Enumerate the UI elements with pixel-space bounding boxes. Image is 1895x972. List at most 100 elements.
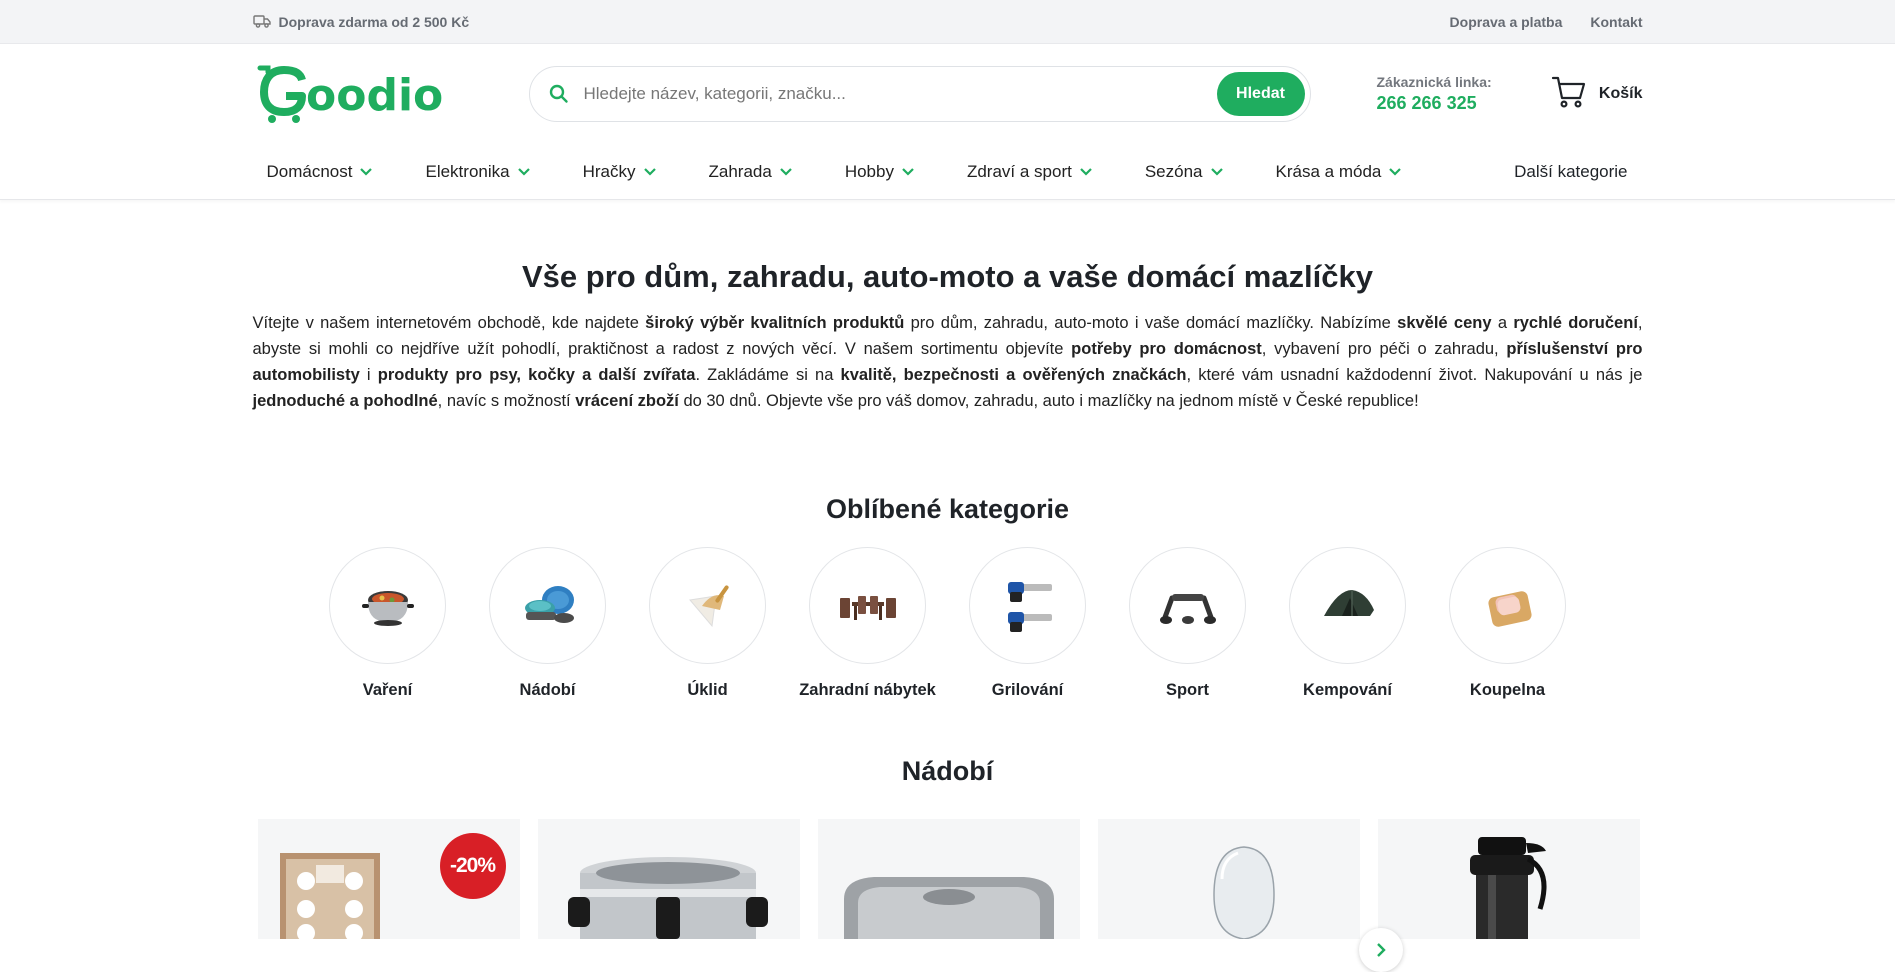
customer-hotline: Zákaznická linka: 266 266 325 <box>1377 74 1492 114</box>
free-shipping-text: Doprava zdarma od 2 500 Kč <box>278 14 470 30</box>
gas-torch-image <box>969 547 1086 664</box>
header: oodio Hledat Zákaznická linka: 266 266 3… <box>0 44 1895 144</box>
dishes-image <box>489 547 606 664</box>
steel-pot-image <box>567 857 768 939</box>
link-contact[interactable]: Kontakt <box>1590 14 1642 30</box>
nav-more-categories[interactable]: Další kategorie <box>1514 162 1627 182</box>
chevron-down-icon <box>517 168 530 176</box>
intro-section: Vše pro dům, zahradu, auto-moto a vaše d… <box>253 259 1643 414</box>
category-label: Kempování <box>1303 681 1392 699</box>
truck-icon <box>252 14 271 31</box>
nav-item-zahrada[interactable]: Zahrada <box>709 162 793 182</box>
intro-text: , které vám usnadní každodenní život. Na… <box>1186 366 1643 384</box>
svg-text:oodio: oodio <box>306 70 443 121</box>
page-title: Vše pro dům, zahradu, auto-moto a vaše d… <box>521 259 1374 294</box>
free-shipping-notice: Doprava zdarma od 2 500 Kč <box>252 14 470 31</box>
category-label: Vaření <box>362 681 413 699</box>
nav-label: Elektronika <box>425 162 510 181</box>
category-vareni[interactable]: Vaření <box>329 547 446 700</box>
intro-highlight: vrácení zboží <box>575 392 679 410</box>
slow-cooker-image <box>329 547 446 664</box>
nav-item-elektronika[interactable]: Elektronika <box>425 162 530 182</box>
category-koupelna[interactable]: Koupelna <box>1449 547 1566 700</box>
intro-highlight: rychlé doručení <box>1513 314 1638 332</box>
nav-item-zdravi-a-sport[interactable]: Zdraví a sport <box>967 162 1093 182</box>
nav-item-hobby[interactable]: Hobby <box>845 162 915 182</box>
intro-text: , navíc s možností <box>437 392 576 410</box>
hotline-label: Zákaznická linka: <box>1376 74 1492 90</box>
product-card[interactable] <box>1377 819 1640 939</box>
nav-item-hracky[interactable]: Hračky <box>583 162 657 182</box>
category-sport[interactable]: Sport <box>1129 547 1246 700</box>
main-navigation: Domácnost Elektronika Hračky Zahrada Hob… <box>0 144 1895 200</box>
cart-button[interactable]: Košík <box>1551 75 1643 114</box>
nav-item-sezona[interactable]: Sezóna <box>1145 162 1224 182</box>
intro-highlight: produkty pro psy, kočky a další zvířata <box>377 366 696 384</box>
nav-item-domacnost[interactable]: Domácnost <box>267 162 374 182</box>
intro-highlight: široký výběr kvalitních produktů <box>645 314 905 332</box>
product-card[interactable] <box>1097 819 1360 939</box>
search-bar: Hledat <box>528 66 1311 122</box>
chevron-down-icon <box>360 168 373 176</box>
link-shipping-payment[interactable]: Doprava a platba <box>1450 14 1563 30</box>
wine-glass-image <box>1212 846 1275 939</box>
nav-label: Krása a móda <box>1275 162 1382 181</box>
chevron-down-icon <box>1389 168 1402 176</box>
category-label: Úklid <box>687 681 728 699</box>
soap-dish-image <box>1449 547 1566 664</box>
category-kempovani[interactable]: Kempování <box>1289 547 1406 700</box>
thermos-image <box>1469 837 1546 939</box>
chevron-right-icon <box>1377 943 1386 957</box>
intro-highlight: kvalitě, bezpečnosti a ověřených značkác… <box>840 366 1187 384</box>
product-card[interactable] <box>537 819 800 939</box>
category-uklid[interactable]: Úklid <box>649 547 766 700</box>
product-card[interactable]: -20% <box>257 819 520 939</box>
intro-text: do 30 dnů. Objevte vše pro váš domov, za… <box>678 392 1419 410</box>
chevron-down-icon <box>780 168 792 176</box>
category-nadobi[interactable]: Nádobí <box>489 547 606 700</box>
intro-text: , vybavení pro péči o zahradu, <box>1261 340 1507 358</box>
top-bar: Doprava zdarma od 2 500 Kč Doprava a pla… <box>0 0 1895 44</box>
nav-item-krasa-a-moda[interactable]: Krása a móda <box>1276 162 1403 182</box>
intro-text: a <box>1491 314 1514 332</box>
intro-text: i <box>359 366 378 384</box>
category-grilovani[interactable]: Grilování <box>969 547 1086 700</box>
nav-label: Zdraví a sport <box>966 162 1072 181</box>
carousel-next-button[interactable] <box>1359 928 1403 972</box>
intro-highlight: skvělé ceny <box>1397 314 1492 332</box>
chevron-down-icon <box>902 168 914 176</box>
search-button[interactable]: Hledat <box>1216 72 1305 116</box>
nav-label: Hračky <box>582 162 636 181</box>
intro-text: pro dům, zahradu, auto-moto i vaše domác… <box>904 314 1398 332</box>
search-icon <box>548 83 570 105</box>
chevron-down-icon <box>643 168 656 176</box>
category-label: Sport <box>1165 681 1210 699</box>
category-label: Grilování <box>991 681 1064 699</box>
product-carousel: -20% <box>257 819 1643 939</box>
nav-label: Hobby <box>844 162 894 181</box>
product-card[interactable] <box>817 819 1080 939</box>
hotline-number[interactable]: 266 266 325 <box>1377 93 1492 114</box>
category-zahradni-nabytek[interactable]: Zahradní nábytek <box>799 547 936 700</box>
goodio-logo[interactable]: oodio <box>256 64 462 124</box>
search-input[interactable] <box>569 84 1217 104</box>
discount-badge: -20% <box>439 833 506 899</box>
nav-label: Domácnost <box>266 162 353 181</box>
nav-label: Zahrada <box>708 162 772 181</box>
chevron-down-icon <box>1080 168 1092 176</box>
popular-categories: Oblíbené kategorie Vaření Nádobí Úklid Z… <box>253 494 1643 939</box>
products-section-title: Nádobí <box>901 756 994 786</box>
lunch-box-image <box>843 877 1054 939</box>
intro-paragraph: Vítejte v našem internetovém obchodě, kd… <box>253 310 1643 414</box>
cart-icon <box>1551 75 1587 114</box>
intro-text: . Zakládáme si na <box>695 366 841 384</box>
categories-title: Oblíbené kategorie <box>825 494 1070 524</box>
pushup-bars-image <box>1129 547 1246 664</box>
tent-image <box>1289 547 1406 664</box>
cart-label: Košík <box>1598 85 1643 102</box>
category-label: Zahradní nábytek <box>799 681 936 699</box>
category-label: Koupelna <box>1469 681 1546 699</box>
category-label: Nádobí <box>519 681 576 699</box>
intro-highlight: jednoduché a pohodlné <box>252 392 438 410</box>
chevron-down-icon <box>1210 168 1223 176</box>
